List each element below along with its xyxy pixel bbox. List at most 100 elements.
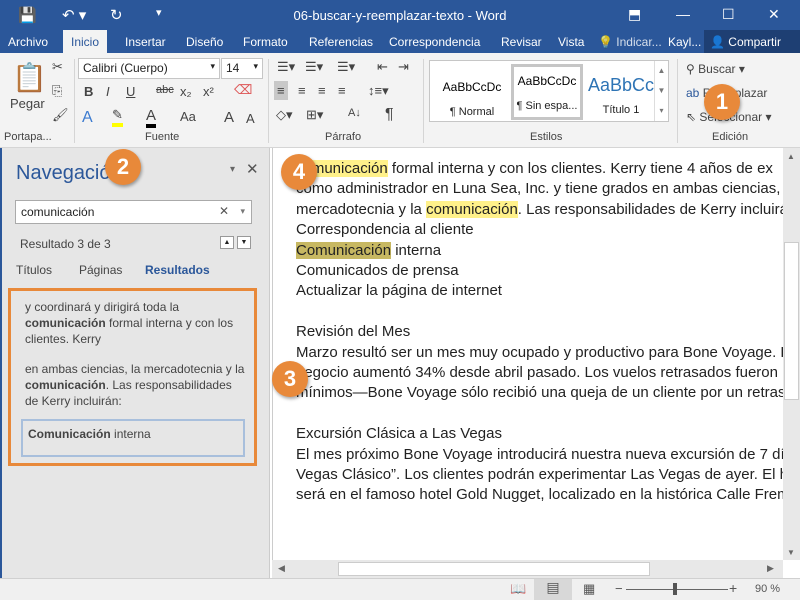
result-item-selected[interactable]: Comunicación interna: [21, 419, 245, 457]
callout-2: 2: [105, 149, 141, 185]
scroll-right-icon[interactable]: ▶: [767, 563, 774, 574]
minimize-button[interactable]: —: [676, 6, 690, 22]
ribbon-display-icon[interactable]: ⬒: [628, 6, 641, 23]
tell-me[interactable]: 💡 Indicar...: [598, 35, 662, 49]
tab-results[interactable]: Resultados: [145, 263, 210, 277]
tab-pages[interactable]: Páginas: [79, 263, 122, 277]
tab-diseno[interactable]: Diseño: [186, 35, 223, 49]
bullets-icon[interactable]: ☰▾: [277, 59, 295, 75]
numbering-icon[interactable]: ☰▾: [305, 59, 323, 75]
text-effects-icon[interactable]: A: [82, 109, 93, 127]
align-left-icon[interactable]: ≡: [274, 81, 288, 100]
horizontal-scrollbar[interactable]: ◀ ▶: [272, 560, 783, 578]
zoom-level[interactable]: 90 %: [755, 583, 780, 595]
read-mode-icon[interactable]: 📖: [510, 581, 526, 597]
web-layout-icon[interactable]: ▦: [583, 581, 595, 597]
document-line: comunicación formal interna y con los cl…: [296, 160, 773, 177]
highlight-color-icon[interactable]: ✎: [112, 107, 123, 127]
zoom-out-button[interactable]: −: [615, 581, 623, 596]
close-button[interactable]: ✕: [768, 6, 780, 23]
share-button[interactable]: 👤 Compartir: [704, 30, 800, 53]
scroll-left-icon[interactable]: ◀: [278, 563, 285, 574]
zoom-slider[interactable]: [626, 589, 728, 590]
line-spacing-icon[interactable]: ↕≡▾: [368, 83, 389, 99]
search-options-icon[interactable]: ▾: [240, 206, 245, 217]
scroll-down-icon[interactable]: ▼: [787, 548, 795, 557]
maximize-button[interactable]: ☐: [722, 6, 735, 23]
format-painter-icon[interactable]: 🖌: [52, 107, 69, 123]
current-match: Comunicación: [296, 241, 392, 259]
font-size-select[interactable]: 14 ▾: [221, 58, 263, 79]
find-button[interactable]: ⚲ Buscar ▾: [686, 62, 745, 76]
subscript-button[interactable]: x₂: [180, 84, 192, 99]
document-line: El mes próximo Bone Voyage introducirá n…: [296, 445, 783, 463]
borders-icon[interactable]: ⊞▾: [306, 107, 323, 123]
show-marks-icon[interactable]: ¶: [385, 106, 394, 124]
document-line: Comunicación interna: [296, 241, 442, 259]
increase-indent-icon[interactable]: ⇥: [398, 59, 409, 75]
result-item[interactable]: y coordinará y dirigirá toda la comunica…: [25, 299, 245, 347]
close-pane-icon[interactable]: ✕: [246, 160, 259, 178]
copy-icon[interactable]: ⎘: [52, 83, 62, 99]
group-label-editing: Edición: [712, 131, 749, 143]
styles-gallery: AaBbCcDc ¶ Normal AaBbCcDc ¶ Sin espa... A…: [429, 60, 669, 122]
style-heading-1[interactable]: AaBbCc Título 1: [585, 70, 657, 126]
document-line: Vegas Clásico”. Los clientes podrán expe…: [296, 466, 783, 483]
align-right-icon[interactable]: ≡: [318, 83, 326, 98]
shrink-font-button[interactable]: A: [246, 111, 255, 126]
bold-button[interactable]: B: [84, 84, 93, 99]
tab-referencias[interactable]: Referencias: [309, 35, 373, 49]
vertical-scrollbar[interactable]: ▲ ▼: [783, 148, 800, 560]
clear-format-icon[interactable]: ⌫: [234, 82, 252, 98]
strikethrough-button[interactable]: abc: [156, 84, 174, 96]
tab-revisar[interactable]: Revisar: [501, 35, 542, 49]
multilevel-list-icon[interactable]: ☰▾: [337, 59, 355, 75]
document-page[interactable]: comunicación formal interna y con los cl…: [272, 148, 783, 560]
paste-button[interactable]: Pegar: [10, 96, 45, 111]
zoom-in-button[interactable]: +: [729, 580, 737, 596]
style-no-spacing[interactable]: AaBbCcDc ¶ Sin espa...: [511, 64, 583, 120]
next-result-button[interactable]: ▼: [237, 236, 251, 249]
style-normal[interactable]: AaBbCcDc ¶ Normal: [436, 70, 508, 126]
styles-scroll[interactable]: ▲ ▼ ▾: [654, 61, 668, 121]
document-line: mercadotecnia y la comunicación. Las res…: [296, 200, 783, 218]
search-match: comunicación: [426, 200, 518, 218]
previous-result-button[interactable]: ▲: [220, 236, 234, 249]
clear-search-icon[interactable]: ✕: [219, 204, 229, 218]
tab-insertar[interactable]: Insertar: [125, 35, 166, 49]
horizontal-scroll-thumb[interactable]: [338, 562, 650, 576]
sort-icon[interactable]: A↓: [348, 107, 361, 119]
ribbon-tabs: Archivo Inicio Insertar Diseño Formato R…: [0, 30, 800, 53]
tab-archivo[interactable]: Archivo: [8, 35, 48, 49]
print-layout-icon[interactable]: ▤: [534, 579, 572, 600]
align-center-icon[interactable]: ≡: [298, 83, 306, 98]
underline-button[interactable]: U: [126, 84, 135, 99]
grow-font-button[interactable]: A: [224, 109, 234, 126]
tab-formato[interactable]: Formato: [243, 35, 288, 49]
result-item[interactable]: en ambas ciencias, la mercadotecnia y la…: [25, 361, 245, 409]
font-name-select[interactable]: Calibri (Cuerpo) ▾: [78, 58, 220, 79]
shading-icon[interactable]: ◇▾: [276, 107, 293, 123]
cursor-icon: ⇖: [686, 110, 697, 124]
decrease-indent-icon[interactable]: ⇤: [377, 59, 388, 75]
tab-correspondencia[interactable]: Correspondencia: [389, 35, 480, 49]
pane-options-icon[interactable]: ▾: [230, 164, 235, 175]
justify-icon[interactable]: ≡: [338, 83, 346, 98]
replace-icon: ab: [686, 86, 700, 100]
tab-vista[interactable]: Vista: [558, 35, 584, 49]
tab-headings[interactable]: Títulos: [16, 263, 52, 277]
vertical-scroll-thumb[interactable]: [784, 242, 799, 400]
document-line: como administrador en Luna Sea, Inc. y t…: [296, 180, 783, 198]
change-case-button[interactable]: Aa: [180, 109, 196, 124]
nav-search-input[interactable]: comunicación ✕ ▾: [15, 200, 252, 224]
cut-icon[interactable]: ✂: [52, 59, 63, 75]
clipboard-icon: 📋: [12, 62, 47, 93]
font-color-icon[interactable]: A: [146, 107, 157, 128]
scroll-up-icon[interactable]: ▲: [787, 152, 795, 161]
document-line: mínimos—Bone Voyage sólo recibió una que…: [296, 384, 783, 402]
zoom-slider-thumb[interactable]: [673, 583, 677, 595]
superscript-button[interactable]: x²: [203, 84, 214, 99]
tab-inicio[interactable]: Inicio: [63, 30, 108, 53]
italic-button[interactable]: I: [106, 84, 110, 99]
user-name[interactable]: Kayl...: [668, 35, 701, 49]
